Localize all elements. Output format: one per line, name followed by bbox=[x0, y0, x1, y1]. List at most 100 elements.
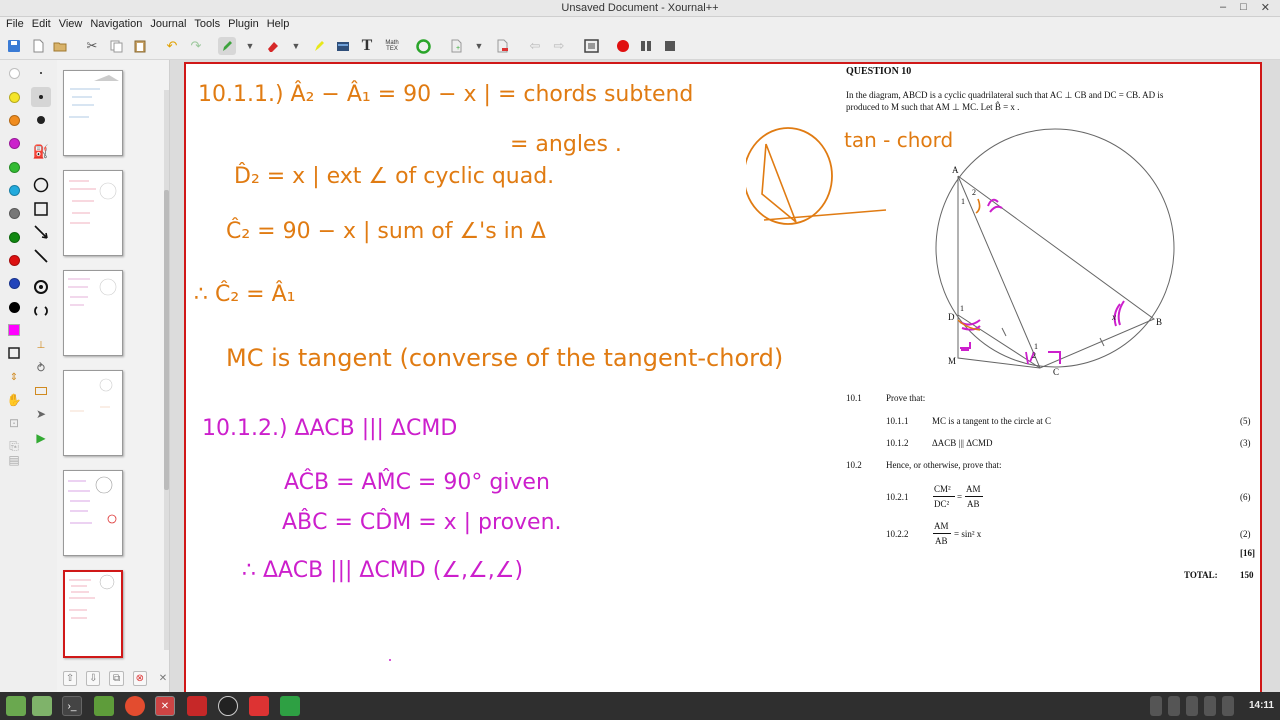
copy-page-icon[interactable]: ⧉ bbox=[109, 670, 124, 686]
menu-tools[interactable]: Tools bbox=[192, 17, 226, 33]
color-custom[interactable] bbox=[4, 320, 24, 340]
page-thumbnail-4[interactable] bbox=[63, 370, 123, 456]
circle-tool-icon[interactable] bbox=[31, 175, 51, 195]
maximize-button[interactable]: □ bbox=[1240, 1, 1247, 14]
insert-page-icon[interactable]: + bbox=[447, 37, 465, 55]
new-document-icon[interactable] bbox=[29, 37, 47, 55]
color-blue[interactable] bbox=[4, 273, 24, 293]
refresh-icon[interactable] bbox=[414, 37, 432, 55]
move-page-up-icon[interactable]: ⇧ bbox=[63, 670, 78, 686]
pointer-icon[interactable]: ➤ bbox=[31, 404, 51, 424]
fill-icon[interactable]: ⛽ bbox=[31, 142, 51, 162]
magnet-icon[interactable] bbox=[31, 301, 51, 321]
fullscreen-icon[interactable] bbox=[582, 37, 600, 55]
paste-icon[interactable] bbox=[131, 37, 149, 55]
color-white[interactable] bbox=[4, 63, 24, 83]
copy-icon[interactable] bbox=[107, 37, 125, 55]
eraser-dropdown-icon[interactable]: ▼ bbox=[287, 37, 305, 55]
image-icon[interactable] bbox=[334, 37, 352, 55]
game-app-icon[interactable] bbox=[249, 696, 269, 716]
dot-small-icon[interactable] bbox=[31, 63, 51, 83]
chrome-icon[interactable] bbox=[125, 696, 145, 716]
color-green[interactable] bbox=[4, 157, 24, 177]
dot-medium-icon[interactable] bbox=[31, 87, 51, 107]
mathtex-icon[interactable]: Math TEX bbox=[381, 37, 403, 55]
lasso-icon[interactable]: ⥁ bbox=[31, 358, 51, 378]
menu-navigation[interactable]: Navigation bbox=[88, 17, 148, 33]
arrow-tool-icon[interactable] bbox=[31, 222, 51, 242]
next-page-icon[interactable]: ⇨ bbox=[550, 37, 568, 55]
menu-journal[interactable]: Journal bbox=[148, 17, 192, 33]
menu-help[interactable]: Help bbox=[265, 17, 296, 33]
label-angle-A2: 2 bbox=[972, 188, 976, 197]
spline-icon[interactable] bbox=[31, 277, 51, 297]
show-desktop-icon[interactable] bbox=[32, 696, 52, 716]
tray-battery-icon[interactable] bbox=[1222, 696, 1234, 716]
rectangle-tool-icon[interactable] bbox=[31, 199, 51, 219]
taskbar-clock[interactable]: 14:11 bbox=[1249, 700, 1274, 711]
tray-volume-icon[interactable] bbox=[1204, 696, 1216, 716]
redo-icon[interactable]: ↷ bbox=[187, 37, 205, 55]
files-icon[interactable] bbox=[94, 696, 114, 716]
layer-icon[interactable]: ▤ bbox=[4, 450, 24, 470]
eraser-icon[interactable] bbox=[264, 37, 282, 55]
sidebar-scrollbar[interactable] bbox=[164, 90, 169, 650]
color-red[interactable] bbox=[4, 250, 24, 270]
hand-icon[interactable]: ✋ bbox=[4, 390, 24, 410]
spreadsheet-icon[interactable] bbox=[280, 696, 300, 716]
pen-icon[interactable] bbox=[218, 37, 236, 55]
color-gray[interactable] bbox=[4, 203, 24, 223]
dot-large-icon[interactable] bbox=[31, 110, 51, 130]
select-region-icon[interactable] bbox=[31, 381, 51, 401]
page-thumbnail-5[interactable] bbox=[63, 470, 123, 556]
pause-icon[interactable] bbox=[637, 37, 655, 55]
play-object-icon[interactable]: ▶ bbox=[31, 428, 51, 448]
previous-page-icon[interactable]: ⇦ bbox=[526, 37, 544, 55]
color-orange[interactable] bbox=[4, 110, 24, 130]
page-thumbnail-2[interactable] bbox=[63, 170, 123, 256]
save-icon[interactable] bbox=[5, 37, 23, 55]
terminal-icon[interactable]: ›_ bbox=[62, 696, 82, 716]
page-thumbnail-1[interactable] bbox=[63, 70, 123, 156]
obs-icon[interactable] bbox=[218, 696, 238, 716]
mint-menu-icon[interactable] bbox=[6, 696, 26, 716]
highlighter-icon[interactable] bbox=[310, 37, 328, 55]
text-tool-icon[interactable]: T bbox=[358, 37, 376, 55]
color-magenta[interactable] bbox=[4, 133, 24, 153]
current-page[interactable]: 10.1.1.) Â₂ − Â₁ = 90 − x | = chords sub… bbox=[184, 62, 1262, 692]
color-black[interactable] bbox=[4, 297, 24, 317]
open-icon[interactable] bbox=[51, 37, 69, 55]
record-icon[interactable] bbox=[614, 37, 632, 55]
xournal-task-icon[interactable]: ✕ bbox=[155, 696, 175, 716]
menu-view[interactable]: View bbox=[57, 17, 89, 33]
line-tool-icon[interactable] bbox=[31, 246, 51, 266]
delete-page-icon[interactable] bbox=[493, 37, 511, 55]
pen-dropdown-icon[interactable]: ▼ bbox=[241, 37, 259, 55]
vertical-space-icon[interactable]: ⇕ bbox=[4, 367, 24, 387]
move-page-down-icon[interactable]: ⇩ bbox=[86, 670, 101, 686]
cut-icon[interactable]: ✂ bbox=[83, 37, 101, 55]
tray-network-icon[interactable] bbox=[1168, 696, 1180, 716]
color-yellow[interactable] bbox=[4, 87, 24, 107]
color-dark-green[interactable] bbox=[4, 227, 24, 247]
close-sidebar-icon[interactable]: ✕ bbox=[156, 671, 170, 686]
tray-clipboard-icon[interactable] bbox=[1150, 696, 1162, 716]
undo-icon[interactable]: ↶ bbox=[163, 37, 181, 55]
ruler-icon[interactable]: ⊥ bbox=[31, 335, 51, 355]
stop-icon[interactable] bbox=[661, 37, 679, 55]
screenshot-app-icon[interactable] bbox=[187, 696, 207, 716]
page-thumbnail-3[interactable] bbox=[63, 270, 123, 356]
menu-file[interactable]: File bbox=[4, 17, 30, 33]
page-thumbnail-6-selected[interactable] bbox=[63, 570, 123, 658]
delete-page-button-icon[interactable]: ⊗ bbox=[132, 670, 147, 686]
zoom-icon[interactable]: ⊡ bbox=[4, 413, 24, 433]
menu-plugin[interactable]: Plugin bbox=[226, 17, 265, 33]
minimize-button[interactable]: – bbox=[1220, 1, 1226, 14]
close-button[interactable]: ✕ bbox=[1261, 1, 1270, 14]
document-canvas[interactable]: 10.1.1.) Â₂ − Â₁ = 90 − x | = chords sub… bbox=[170, 60, 1280, 692]
menu-edit[interactable]: Edit bbox=[30, 17, 57, 33]
page-dropdown-icon[interactable]: ▼ bbox=[470, 37, 488, 55]
select-rect-icon[interactable] bbox=[4, 343, 24, 363]
color-cyan[interactable] bbox=[4, 180, 24, 200]
tray-shield-icon[interactable] bbox=[1186, 696, 1198, 716]
